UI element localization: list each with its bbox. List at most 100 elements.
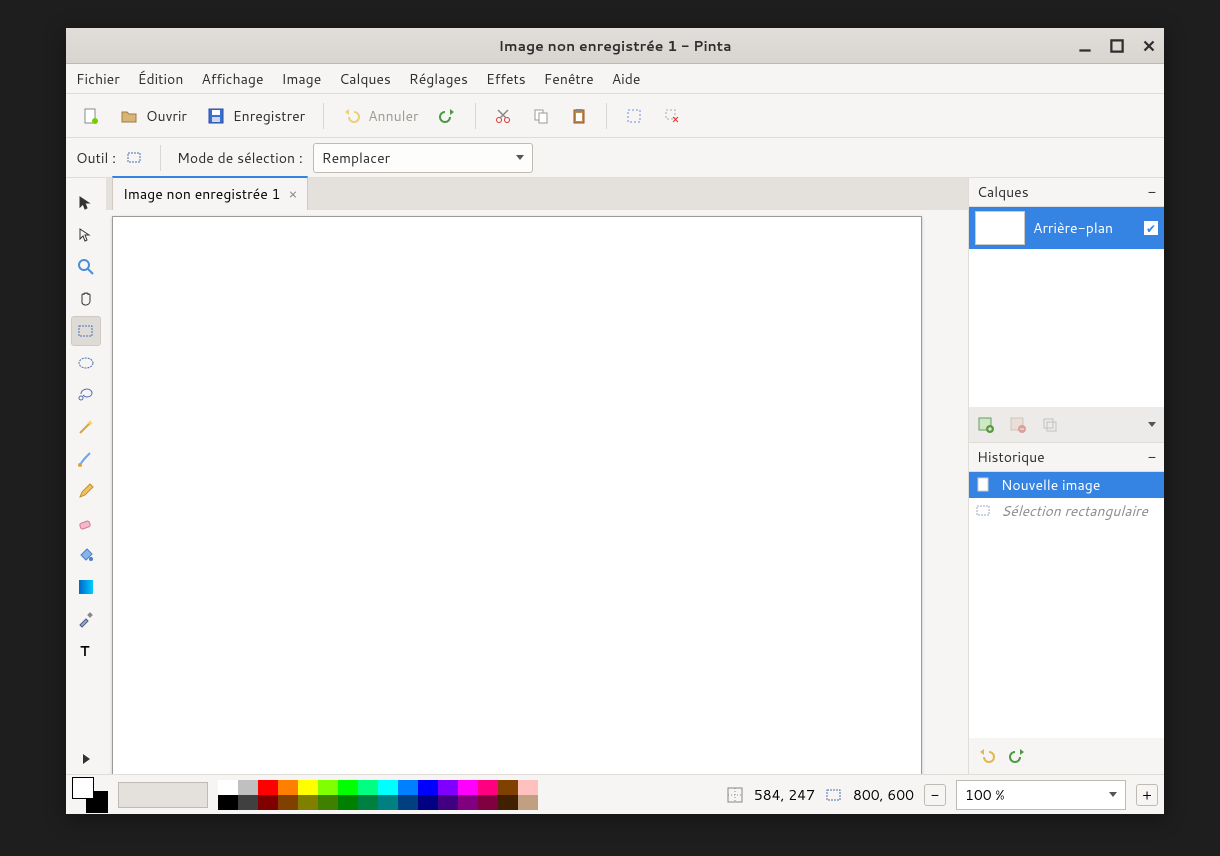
tool-paintbrush[interactable]	[71, 444, 101, 474]
tool-bucket[interactable]	[71, 540, 101, 570]
delete-layer-icon[interactable]	[1009, 416, 1027, 434]
palette-swatch[interactable]	[458, 795, 478, 810]
cursor-position-icon	[726, 786, 744, 804]
palette-swatch[interactable]	[518, 795, 538, 810]
palette-swatch[interactable]	[378, 795, 398, 810]
palette-swatch[interactable]	[338, 795, 358, 810]
palette-swatch[interactable]	[238, 780, 258, 795]
tab-close-button[interactable]: ×	[288, 184, 297, 204]
copy-button[interactable]	[524, 103, 558, 129]
palette-swatch[interactable]	[498, 780, 518, 795]
palette-swatch[interactable]	[298, 795, 318, 810]
layer-row[interactable]: Arrière-plan ✔	[969, 207, 1164, 249]
history-item[interactable]: Sélection rectangulaire	[969, 498, 1164, 524]
zoom-in-button[interactable]: +	[1136, 784, 1158, 806]
palette-swatch[interactable]	[518, 780, 538, 795]
add-layer-icon[interactable]	[977, 416, 995, 434]
canvas[interactable]	[112, 216, 922, 774]
menu-adjust[interactable]: Réglages	[409, 69, 468, 89]
new-button[interactable]	[74, 103, 108, 129]
deselect-button[interactable]	[655, 103, 689, 129]
panel-minimize-button[interactable]: −	[1148, 447, 1156, 467]
layers-panel-title: Calques	[977, 182, 1029, 202]
close-icon	[1140, 37, 1158, 55]
tool-pan[interactable]	[71, 284, 101, 314]
tool-move[interactable]	[71, 188, 101, 218]
menu-effects[interactable]: Effets	[486, 69, 526, 89]
tool-magic-wand[interactable]	[71, 412, 101, 442]
color-swatch-fg-bg[interactable]	[72, 777, 108, 813]
cursor-position: 584, 247	[754, 785, 815, 805]
palette-swatch[interactable]	[358, 780, 378, 795]
menu-layers[interactable]: Calques	[339, 69, 391, 89]
menu-image[interactable]: Image	[282, 69, 322, 89]
palette-swatch[interactable]	[318, 780, 338, 795]
menu-help[interactable]: Aide	[612, 69, 641, 89]
foreground-color-swatch[interactable]	[72, 777, 94, 799]
redo-icon[interactable]	[1009, 747, 1027, 765]
palette-swatch[interactable]	[478, 780, 498, 795]
palette-swatch[interactable]	[258, 795, 278, 810]
new-file-icon	[82, 107, 100, 125]
tool-color-picker[interactable]	[71, 604, 101, 634]
menu-edit[interactable]: Édition	[138, 69, 184, 89]
palette-swatch[interactable]	[378, 780, 398, 795]
duplicate-layer-icon[interactable]	[1041, 416, 1059, 434]
undo-icon[interactable]	[977, 747, 995, 765]
zoom-out-button[interactable]: −	[924, 784, 946, 806]
palette-swatch[interactable]	[418, 795, 438, 810]
chevron-down-icon[interactable]	[1148, 422, 1156, 427]
paste-button[interactable]	[562, 103, 596, 129]
secondary-color-bar[interactable]	[118, 782, 208, 808]
history-item[interactable]: Nouvelle image	[969, 472, 1164, 498]
palette-swatch[interactable]	[318, 795, 338, 810]
maximize-button[interactable]	[1108, 37, 1126, 55]
palette-swatch[interactable]	[458, 780, 478, 795]
palette-swatch[interactable]	[478, 795, 498, 810]
tool-pencil[interactable]	[71, 476, 101, 506]
zoom-combo[interactable]: 100 %	[956, 780, 1126, 810]
undo-button[interactable]: Annuler	[334, 102, 426, 130]
tool-zoom[interactable]	[71, 252, 101, 282]
palette-swatch[interactable]	[238, 795, 258, 810]
redo-button[interactable]	[431, 103, 465, 129]
layer-visibility-checkbox[interactable]: ✔	[1144, 221, 1158, 235]
tool-move-selection[interactable]	[71, 220, 101, 250]
folder-open-icon	[120, 107, 138, 125]
palette-swatch[interactable]	[258, 780, 278, 795]
palette-swatch[interactable]	[438, 780, 458, 795]
panel-minimize-button[interactable]: −	[1148, 182, 1156, 202]
palette-swatch[interactable]	[298, 780, 318, 795]
canvas-viewport[interactable]	[106, 210, 968, 774]
palette-swatch[interactable]	[498, 795, 518, 810]
minimize-button[interactable]	[1076, 37, 1094, 55]
tool-eraser[interactable]	[71, 508, 101, 538]
palette-swatch[interactable]	[398, 780, 418, 795]
menu-view[interactable]: Affichage	[201, 69, 263, 89]
menu-window[interactable]: Fenêtre	[544, 69, 594, 89]
palette-swatch[interactable]	[218, 780, 238, 795]
document-tab[interactable]: Image non enregistrée 1 ×	[112, 176, 308, 210]
crop-to-selection-button[interactable]	[617, 103, 651, 129]
menu-file[interactable]: Fichier	[76, 69, 120, 89]
tool-ellipse-select[interactable]	[71, 348, 101, 378]
palette-swatch[interactable]	[438, 795, 458, 810]
open-button[interactable]: Ouvrir	[112, 102, 195, 130]
close-button[interactable]	[1140, 37, 1158, 55]
palette-swatch[interactable]	[418, 780, 438, 795]
palette-swatch[interactable]	[398, 795, 418, 810]
palette-swatch[interactable]	[358, 795, 378, 810]
tool-more[interactable]	[71, 744, 101, 774]
palette-swatch[interactable]	[278, 795, 298, 810]
tool-text[interactable]: T	[71, 636, 101, 666]
cut-button[interactable]	[486, 103, 520, 129]
tool-gradient[interactable]	[71, 572, 101, 602]
text-icon: T	[77, 642, 95, 660]
tool-rectangle-select[interactable]	[71, 316, 101, 346]
selection-mode-combo[interactable]: Remplacer	[313, 143, 533, 173]
save-button[interactable]: Enregistrer	[199, 102, 313, 130]
tool-lasso-select[interactable]	[71, 380, 101, 410]
palette-swatch[interactable]	[338, 780, 358, 795]
palette-swatch[interactable]	[278, 780, 298, 795]
palette-swatch[interactable]	[218, 795, 238, 810]
